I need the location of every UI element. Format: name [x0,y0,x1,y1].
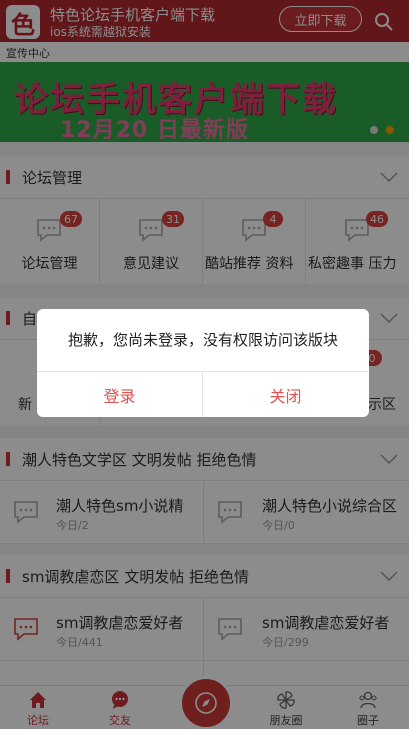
dialog-message: 抱歉，您尚未登录，没有权限访问该版块 [67,331,338,349]
login-button[interactable]: 登录 [37,372,202,417]
close-button[interactable]: 关闭 [203,372,368,417]
login-required-dialog: 抱歉，您尚未登录，没有权限访问该版块 登录 关闭 [37,309,369,417]
